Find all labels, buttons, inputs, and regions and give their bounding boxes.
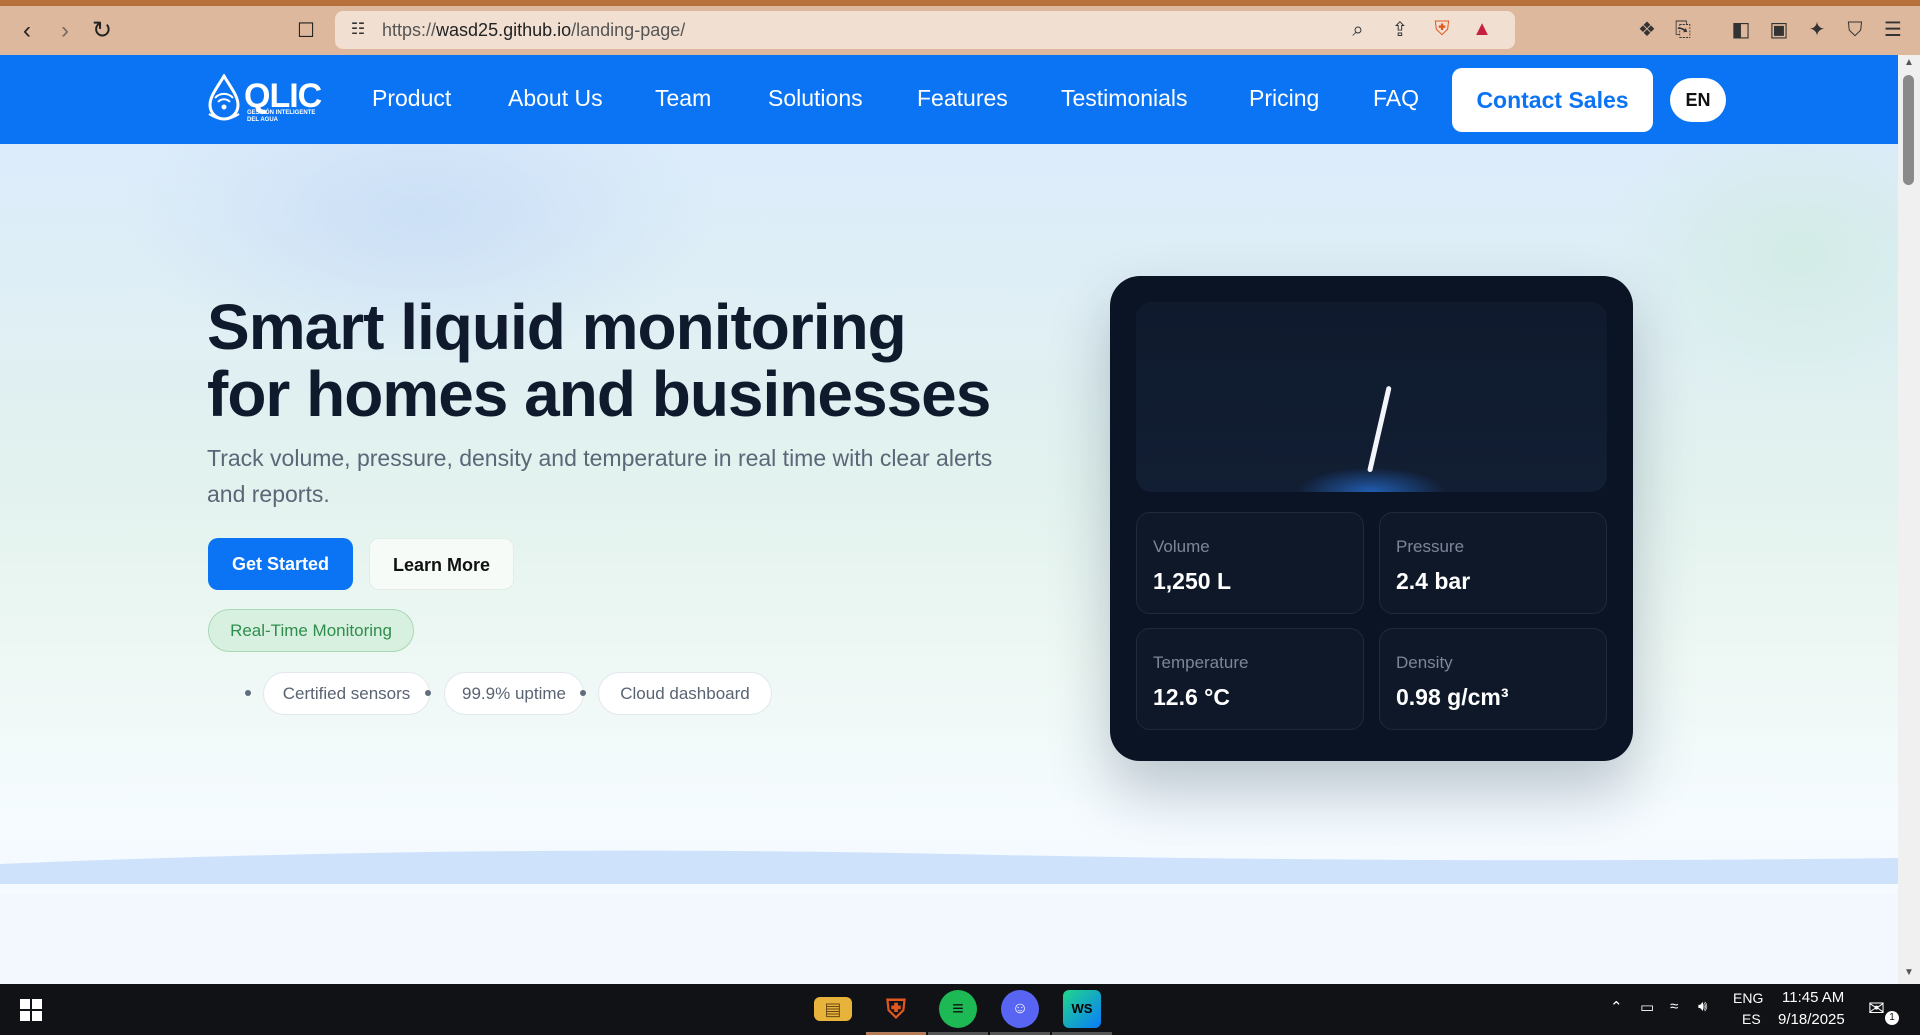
wifi-icon[interactable]: ≈ — [1670, 998, 1678, 1015]
hero-title-line-2: for homes and businesses — [207, 358, 991, 430]
page-scrollbar[interactable]: ▲ ▼ — [1898, 55, 1920, 984]
windows-start-icon[interactable] — [20, 999, 42, 1021]
nav-faq[interactable]: FAQ — [1373, 85, 1419, 112]
nav-features[interactable]: Features — [917, 85, 1008, 112]
logo-tagline: GESTIÓN INTELIGENTE DEL AGUA — [247, 110, 316, 123]
hero-subtitle: Track volume, pressure, density and temp… — [207, 445, 993, 507]
nav-testimonials[interactable]: Testimonials — [1061, 85, 1188, 112]
sidebar-icon[interactable]: ◧ — [1728, 18, 1754, 42]
metric-value: 2.4 bar — [1396, 568, 1471, 594]
clock-date[interactable]: 9/18/2025 — [1778, 1011, 1845, 1028]
brave-shields-icon[interactable]: ⛨ — [1429, 17, 1455, 41]
browser-toolbar: ‹ › ↻ ☐ ☷ https://wasd25.github.io/landi… — [0, 6, 1920, 55]
bullet-dot — [580, 690, 586, 696]
feature-chip-cloud: Cloud dashboard — [598, 672, 772, 715]
gauge-display — [1136, 302, 1607, 492]
wallet-icon[interactable]: ▣ — [1766, 18, 1792, 42]
bullet-dot — [425, 690, 431, 696]
scrollbar-thumb[interactable] — [1903, 75, 1914, 185]
feature-chip-uptime: 99.9% uptime — [444, 672, 584, 715]
battery-icon[interactable]: ▭ — [1640, 998, 1654, 1016]
background-blob — [1600, 144, 1898, 404]
tray-chevron-icon[interactable]: ⌃ — [1610, 998, 1623, 1016]
metric-volume: Volume 1,250 L — [1136, 512, 1364, 614]
learn-more-button[interactable]: Learn More — [369, 538, 514, 590]
url-path: /landing-page/ — [571, 20, 686, 40]
metric-temperature: Temperature 12.6 °C — [1136, 628, 1364, 730]
extensions-icon[interactable]: ❖ — [1634, 18, 1660, 42]
brave-icon[interactable]: ⛨ — [877, 990, 915, 1028]
wave-divider — [0, 850, 1898, 884]
reload-icon[interactable]: ↻ — [89, 18, 115, 44]
bullet-dot — [245, 690, 251, 696]
share-icon[interactable]: ⇪ — [1387, 18, 1413, 42]
address-bar[interactable]: ☷ https://wasd25.github.io/landing-page/… — [335, 11, 1515, 49]
zoom-icon[interactable]: ⌕ — [1345, 18, 1371, 42]
taskbar: ▤ ⛨ ≡ ☺ WS ⌃ ▭ ≈ 🔊︎ ENG ES 11:45 AM 9/18… — [0, 984, 1920, 1035]
nav-about-us[interactable]: About Us — [508, 85, 603, 112]
scroll-up-icon[interactable]: ▲ — [1902, 57, 1916, 68]
bookmark-icon[interactable]: ☐ — [293, 18, 319, 44]
next-section — [0, 894, 1898, 984]
webstorm-icon[interactable]: WS — [1063, 990, 1101, 1028]
forward-icon[interactable]: › — [52, 18, 78, 44]
url-prefix: https:// — [382, 20, 437, 40]
nav-product[interactable]: Product — [372, 85, 451, 112]
hero-section: Smart liquid monitoring for homes and bu… — [0, 144, 1898, 984]
language-toggle[interactable]: EN — [1670, 78, 1726, 122]
contact-sales-button[interactable]: Contact Sales — [1452, 68, 1653, 132]
metric-label: Density — [1396, 653, 1453, 672]
hero-title: Smart liquid monitoring for homes and bu… — [207, 294, 1107, 428]
metric-pressure: Pressure 2.4 bar — [1379, 512, 1607, 614]
file-explorer-icon[interactable]: ▤ — [814, 997, 852, 1021]
notifications-icon[interactable]: ✉ — [1868, 996, 1885, 1021]
scroll-down-icon[interactable]: ▼ — [1902, 967, 1916, 978]
tab-search-icon[interactable]: ⎘ — [1670, 18, 1696, 42]
vpn-icon[interactable]: ⛉ — [1842, 18, 1868, 42]
gauge-needle — [1367, 385, 1392, 473]
hero-title-line-1: Smart liquid monitoring — [207, 291, 907, 363]
metric-label: Volume — [1153, 537, 1210, 556]
nav-pricing[interactable]: Pricing — [1249, 85, 1319, 112]
discord-icon[interactable]: ☺ — [1001, 990, 1039, 1028]
url-domain: wasd25.github.io — [436, 20, 572, 40]
metric-label: Pressure — [1396, 537, 1465, 556]
spotify-icon[interactable]: ≡ — [939, 990, 977, 1028]
logo[interactable]: QLIC GESTIÓN INTELIGENTE DEL AGUA — [207, 72, 322, 128]
site-header: QLIC GESTIÓN INTELIGENTE DEL AGUA Produc… — [0, 55, 1898, 144]
language-bottom[interactable]: ES — [1742, 1011, 1761, 1027]
get-started-button[interactable]: Get Started — [208, 538, 353, 590]
back-icon[interactable]: ‹ — [14, 18, 40, 44]
notification-count: 1 — [1885, 1011, 1899, 1025]
brave-rewards-icon[interactable]: ▲ — [1469, 17, 1495, 41]
metric-value: 1,250 L — [1153, 568, 1231, 594]
feature-chip-sensors: Certified sensors — [263, 672, 430, 715]
url-text[interactable]: https://wasd25.github.io/landing-page/ — [382, 20, 685, 41]
real-time-badge: Real-Time Monitoring — [208, 609, 414, 652]
clock-time[interactable]: 11:45 AM — [1782, 989, 1844, 1006]
metric-density: Density 0.98 g/cm³ — [1379, 628, 1607, 730]
nav-solutions[interactable]: Solutions — [768, 85, 863, 112]
leo-ai-icon[interactable]: ✦ — [1804, 18, 1830, 42]
language-top[interactable]: ENG — [1733, 990, 1763, 1006]
volume-icon[interactable]: 🔊︎ — [1698, 998, 1707, 1015]
menu-icon[interactable]: ☰ — [1880, 18, 1906, 42]
metric-value: 0.98 g/cm³ — [1396, 684, 1509, 710]
nav-team[interactable]: Team — [655, 85, 711, 112]
site-settings-icon[interactable]: ☷ — [345, 18, 371, 42]
water-drop-icon — [208, 74, 240, 121]
metric-label: Temperature — [1153, 653, 1249, 672]
dashboard-card: Volume 1,250 L Pressure 2.4 bar Temperat… — [1110, 276, 1633, 761]
metric-value: 12.6 °C — [1153, 684, 1230, 710]
